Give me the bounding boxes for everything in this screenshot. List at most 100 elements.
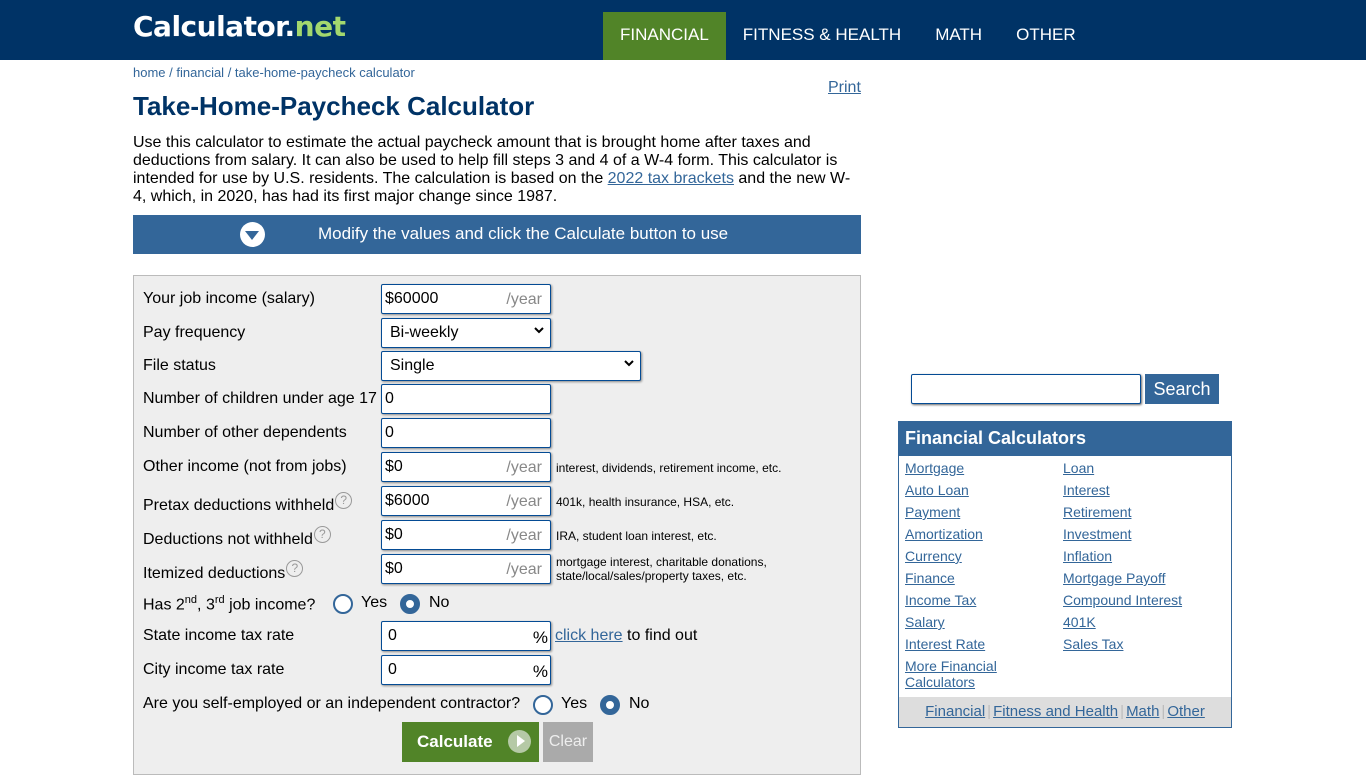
nav-math[interactable]: MATH [918, 12, 999, 60]
deductions-not-withheld-hint: IRA, student loan interest, etc. [556, 529, 717, 543]
clear-button[interactable]: Clear [543, 722, 593, 762]
second-job-yes-radio[interactable] [333, 594, 353, 614]
second-job-no-radio[interactable] [400, 594, 420, 614]
footer-link-math[interactable]: Math [1126, 703, 1159, 720]
play-icon [508, 730, 531, 753]
link-income-tax[interactable]: Income Tax [905, 592, 976, 608]
separator: | [987, 703, 992, 720]
nav-other[interactable]: OTHER [999, 12, 1093, 60]
row-deductions-not-withheld: Deductions not withheld? /year IRA, stud… [143, 520, 853, 550]
other-dependents-label: Number of other dependents [143, 424, 347, 441]
pretax-deductions-input[interactable] [385, 492, 495, 510]
hint-line: state/local/sales/property taxes, etc. [556, 569, 747, 583]
row-self-employed: Are you self-employed or an independent … [143, 689, 853, 719]
modify-values-bar[interactable]: Modify the values and click the Calculat… [133, 215, 861, 254]
self-employed-yes-label[interactable]: Yes [561, 695, 587, 713]
city-tax-field[interactable]: % [381, 655, 551, 685]
search-input[interactable] [911, 374, 1141, 404]
link-currency[interactable]: Currency [905, 548, 962, 564]
link-interest-rate[interactable]: Interest Rate [905, 636, 985, 652]
second-job-yes-label[interactable]: Yes [361, 594, 387, 612]
percent-label: % [532, 662, 548, 681]
children-field[interactable] [381, 384, 551, 414]
link-finance[interactable]: Finance [905, 570, 955, 586]
help-icon[interactable]: ? [335, 492, 353, 509]
job-income-input[interactable] [385, 290, 495, 308]
label-sup: nd [184, 594, 198, 606]
logo-text: Calculator. [133, 10, 295, 43]
chevron-down-circle-icon[interactable] [240, 222, 265, 247]
pay-frequency-select[interactable]: Bi-weekly [381, 318, 551, 348]
breadcrumb-financial[interactable]: financial [176, 65, 224, 80]
unit-label: /year [506, 291, 542, 308]
link-inflation[interactable]: Inflation [1063, 548, 1112, 564]
link-sales-tax[interactable]: Sales Tax [1063, 636, 1123, 652]
link-auto-loan[interactable]: Auto Loan [905, 482, 969, 498]
self-employed-no-label[interactable]: No [629, 695, 649, 713]
other-income-input[interactable] [385, 458, 495, 476]
other-dependents-field[interactable] [381, 418, 551, 448]
nav-fitness-health[interactable]: FITNESS & HEALTH [726, 12, 918, 60]
file-status-select[interactable]: Single [381, 351, 641, 381]
row-other-income: Other income (not from jobs) /year inter… [143, 452, 853, 482]
job-income-field[interactable]: /year [381, 284, 551, 314]
financial-calculators-box: Financial Calculators Mortgage Auto Loan… [898, 421, 1232, 728]
nav-financial[interactable]: FINANCIAL [603, 12, 726, 60]
pretax-deductions-field[interactable]: /year [381, 486, 551, 516]
deductions-not-withheld-label: Deductions not withheld? [143, 526, 331, 549]
calculate-button[interactable]: Calculate [402, 722, 539, 762]
breadcrumb-home[interactable]: home [133, 65, 166, 80]
link-retirement[interactable]: Retirement [1063, 504, 1131, 520]
click-here-link[interactable]: click here [555, 627, 623, 644]
label-part: , 3 [197, 596, 215, 614]
other-income-field[interactable]: /year [381, 452, 551, 482]
state-tax-input[interactable] [388, 627, 498, 645]
footer-link-financial[interactable]: Financial [925, 703, 985, 720]
itemized-deductions-label-text: Itemized deductions [143, 565, 286, 582]
top-header: Calculator.net FINANCIAL FITNESS & HEALT… [0, 0, 1366, 60]
help-icon[interactable]: ? [286, 560, 304, 577]
children-input[interactable] [385, 390, 495, 408]
self-employed-no-radio[interactable] [600, 695, 620, 715]
unit-label: /year [506, 527, 542, 544]
self-employed-yes-radio[interactable] [533, 695, 553, 715]
state-tax-field[interactable]: % [381, 621, 551, 651]
help-icon[interactable]: ? [313, 526, 331, 543]
link-loan[interactable]: Loan [1063, 460, 1094, 476]
deductions-not-withheld-input[interactable] [385, 526, 495, 544]
link-amortization[interactable]: Amortization [905, 526, 983, 542]
tax-brackets-link[interactable]: 2022 tax brackets [608, 170, 734, 187]
search-button[interactable]: Search [1145, 374, 1219, 404]
children-label: Number of children under age 17 [143, 390, 377, 407]
second-job-no-label[interactable]: No [429, 594, 449, 612]
link-interest[interactable]: Interest [1063, 482, 1110, 498]
site-logo[interactable]: Calculator.net [133, 10, 346, 43]
footer-link-fitness-health[interactable]: Fitness and Health [993, 703, 1118, 720]
print-link[interactable]: Print [828, 79, 861, 97]
itemized-deductions-field[interactable]: /year [381, 554, 551, 584]
itemized-deductions-input[interactable] [385, 560, 495, 578]
other-dependents-input[interactable] [385, 424, 495, 442]
category-footer: Financial | Fitness and Health | Math | Other [899, 697, 1231, 727]
link-more-financial[interactable]: More Financial [905, 658, 997, 674]
link-payment[interactable]: Payment [905, 504, 960, 520]
link-401k[interactable]: 401K [1063, 614, 1096, 630]
unit-label: /year [506, 493, 542, 510]
pretax-deductions-label-text: Pretax deductions withheld [143, 497, 335, 514]
footer-link-other[interactable]: Other [1167, 703, 1205, 720]
link-compound-interest[interactable]: Compound Interest [1063, 592, 1182, 608]
state-tax-help: click here to find out [555, 627, 697, 645]
city-tax-input[interactable] [388, 661, 498, 679]
calculate-label: Calculate [417, 732, 493, 751]
link-investment[interactable]: Investment [1063, 526, 1131, 542]
label-part: Has 2 [143, 596, 185, 614]
intro-paragraph: Use this calculator to estimate the actu… [133, 134, 863, 206]
deductions-not-withheld-field[interactable]: /year [381, 520, 551, 550]
link-mortgage-payoff[interactable]: Mortgage Payoff [1063, 570, 1165, 586]
pay-frequency-label: Pay frequency [143, 324, 246, 341]
link-salary[interactable]: Salary [905, 614, 945, 630]
link-mortgage[interactable]: Mortgage [905, 460, 964, 476]
link-more-financial-2[interactable]: Calculators [905, 674, 975, 690]
separator: | [1120, 703, 1125, 720]
breadcrumb-current[interactable]: take-home-paycheck calculator [235, 65, 415, 80]
